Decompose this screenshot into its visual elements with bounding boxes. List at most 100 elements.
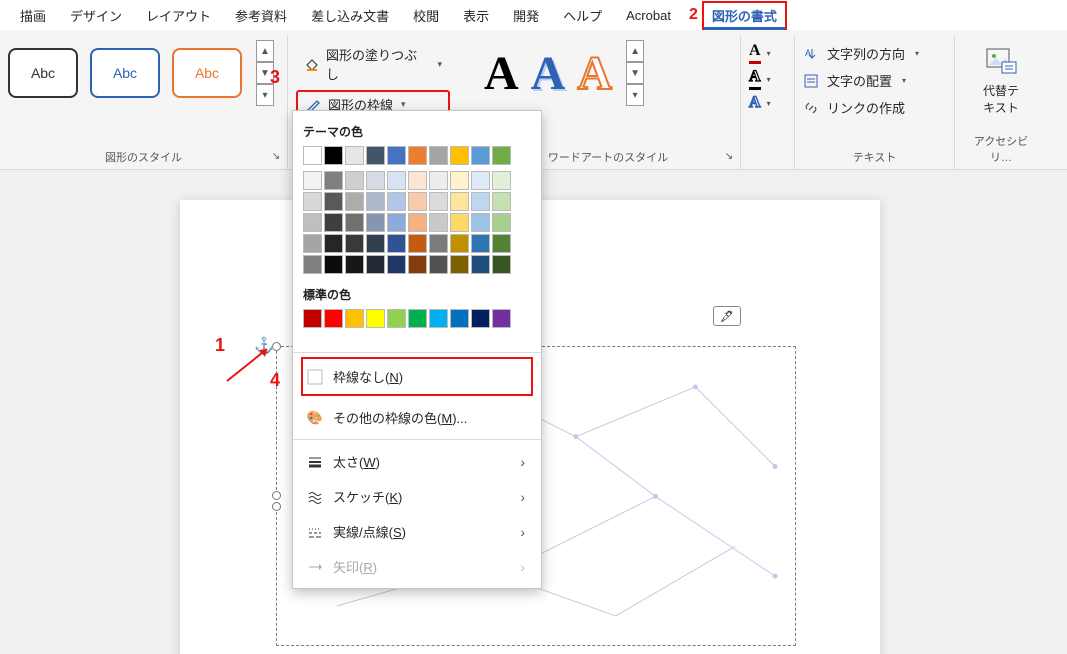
color-swatch[interactable] xyxy=(303,234,322,253)
tab-developer[interactable]: 開発 xyxy=(501,1,551,30)
color-swatch[interactable] xyxy=(303,255,322,274)
color-swatch[interactable] xyxy=(387,255,406,274)
align-text-button[interactable]: 文字の配置▾ xyxy=(803,71,946,90)
alt-text-button[interactable]: 代替テ キスト xyxy=(963,46,1039,116)
color-swatch[interactable] xyxy=(429,234,448,253)
color-swatch[interactable] xyxy=(408,213,427,232)
color-swatch[interactable] xyxy=(471,171,490,190)
resize-handle[interactable] xyxy=(272,502,281,511)
color-swatch[interactable] xyxy=(471,146,490,165)
color-swatch[interactable] xyxy=(492,255,511,274)
color-swatch[interactable] xyxy=(324,255,343,274)
color-swatch[interactable] xyxy=(408,255,427,274)
color-swatch[interactable] xyxy=(492,171,511,190)
color-swatch[interactable] xyxy=(387,171,406,190)
color-swatch[interactable] xyxy=(429,255,448,274)
color-swatch[interactable] xyxy=(345,192,364,211)
color-swatch[interactable] xyxy=(471,213,490,232)
wordart-swatch[interactable]: A xyxy=(577,46,612,101)
gallery-up-icon[interactable]: ▲ xyxy=(256,40,274,62)
tab-layout[interactable]: レイアウト xyxy=(134,1,223,30)
tab-design[interactable]: デザイン xyxy=(58,1,134,30)
color-swatch[interactable] xyxy=(429,213,448,232)
wordart-gallery[interactable]: A A A ▲ ▼ ▾ xyxy=(484,40,732,106)
color-swatch[interactable] xyxy=(450,213,469,232)
color-swatch[interactable] xyxy=(366,192,385,211)
color-swatch[interactable] xyxy=(387,234,406,253)
color-swatch[interactable] xyxy=(366,213,385,232)
color-swatch[interactable] xyxy=(324,171,343,190)
color-swatch[interactable] xyxy=(345,171,364,190)
more-outline-colors-item[interactable]: 🎨 その他の枠線の色(M)... xyxy=(303,400,531,435)
tab-shape-format[interactable]: 図形の書式 xyxy=(702,1,787,30)
color-swatch[interactable] xyxy=(471,309,490,328)
color-swatch[interactable] xyxy=(450,255,469,274)
weight-item[interactable]: 太さ(W)› xyxy=(303,444,531,479)
tab-acrobat[interactable]: Acrobat xyxy=(614,3,683,28)
color-swatch[interactable] xyxy=(429,171,448,190)
text-outline-button[interactable]: A▾ xyxy=(749,68,786,90)
color-swatch[interactable] xyxy=(345,213,364,232)
color-swatch[interactable] xyxy=(366,171,385,190)
color-swatch[interactable] xyxy=(408,192,427,211)
color-swatch[interactable] xyxy=(471,255,490,274)
color-swatch[interactable] xyxy=(492,309,511,328)
color-swatch[interactable] xyxy=(303,309,322,328)
dashes-item[interactable]: 実線/点線(S)› xyxy=(303,514,531,549)
color-swatch[interactable] xyxy=(366,255,385,274)
color-swatch[interactable] xyxy=(324,213,343,232)
sketch-item[interactable]: スケッチ(K)› xyxy=(303,479,531,514)
color-swatch[interactable] xyxy=(324,309,343,328)
color-swatch[interactable] xyxy=(471,234,490,253)
color-swatch[interactable] xyxy=(408,146,427,165)
shape-style-swatch[interactable]: Abc xyxy=(172,48,242,98)
color-swatch[interactable] xyxy=(492,234,511,253)
color-swatch[interactable] xyxy=(492,146,511,165)
color-swatch[interactable] xyxy=(429,146,448,165)
dialog-launcher-icon[interactable]: ↘ xyxy=(269,151,283,165)
gallery-up-icon[interactable]: ▲ xyxy=(626,40,644,62)
color-swatch[interactable] xyxy=(408,309,427,328)
color-swatch[interactable] xyxy=(345,255,364,274)
color-swatch[interactable] xyxy=(345,234,364,253)
color-swatch[interactable] xyxy=(324,234,343,253)
dialog-launcher-icon[interactable]: ↘ xyxy=(722,151,736,165)
tab-mailings[interactable]: 差し込み文書 xyxy=(299,1,401,30)
shape-style-swatch[interactable]: Abc xyxy=(8,48,78,98)
tab-references[interactable]: 参考資料 xyxy=(223,1,299,30)
color-swatch[interactable] xyxy=(450,309,469,328)
gallery-more-icon[interactable]: ▾ xyxy=(626,84,644,106)
shape-fill-button[interactable]: 図形の塗りつぶし▾ xyxy=(296,42,450,86)
color-swatch[interactable] xyxy=(450,192,469,211)
color-swatch[interactable] xyxy=(345,146,364,165)
color-swatch[interactable] xyxy=(303,146,322,165)
create-link-button[interactable]: リンクの作成 xyxy=(803,98,946,117)
color-swatch[interactable] xyxy=(492,192,511,211)
text-direction-button[interactable]: A 文字列の方向▾ xyxy=(803,44,946,63)
color-swatch[interactable] xyxy=(387,146,406,165)
tab-review[interactable]: 校閲 xyxy=(401,1,451,30)
color-swatch[interactable] xyxy=(429,309,448,328)
color-swatch[interactable] xyxy=(450,171,469,190)
color-swatch[interactable] xyxy=(450,234,469,253)
color-swatch[interactable] xyxy=(303,192,322,211)
color-swatch[interactable] xyxy=(303,213,322,232)
color-swatch[interactable] xyxy=(408,234,427,253)
color-swatch[interactable] xyxy=(366,234,385,253)
eyedropper-button[interactable]: 🖋 xyxy=(713,306,741,326)
color-swatch[interactable] xyxy=(492,213,511,232)
color-swatch[interactable] xyxy=(366,146,385,165)
color-swatch[interactable] xyxy=(324,192,343,211)
wordart-swatch[interactable]: A xyxy=(484,46,519,101)
color-swatch[interactable] xyxy=(387,213,406,232)
shape-style-gallery[interactable]: Abc Abc Abc ▲ ▼ ▾ xyxy=(8,40,279,106)
text-fill-button[interactable]: A▾ xyxy=(749,42,786,64)
color-swatch[interactable] xyxy=(345,309,364,328)
color-swatch[interactable] xyxy=(408,171,427,190)
color-swatch[interactable] xyxy=(324,146,343,165)
shape-style-swatch[interactable]: Abc xyxy=(90,48,160,98)
wordart-swatch[interactable]: A xyxy=(531,46,566,101)
text-effects-button[interactable]: A▾ xyxy=(749,94,786,112)
tab-help[interactable]: ヘルプ xyxy=(551,1,614,30)
color-swatch[interactable] xyxy=(429,192,448,211)
